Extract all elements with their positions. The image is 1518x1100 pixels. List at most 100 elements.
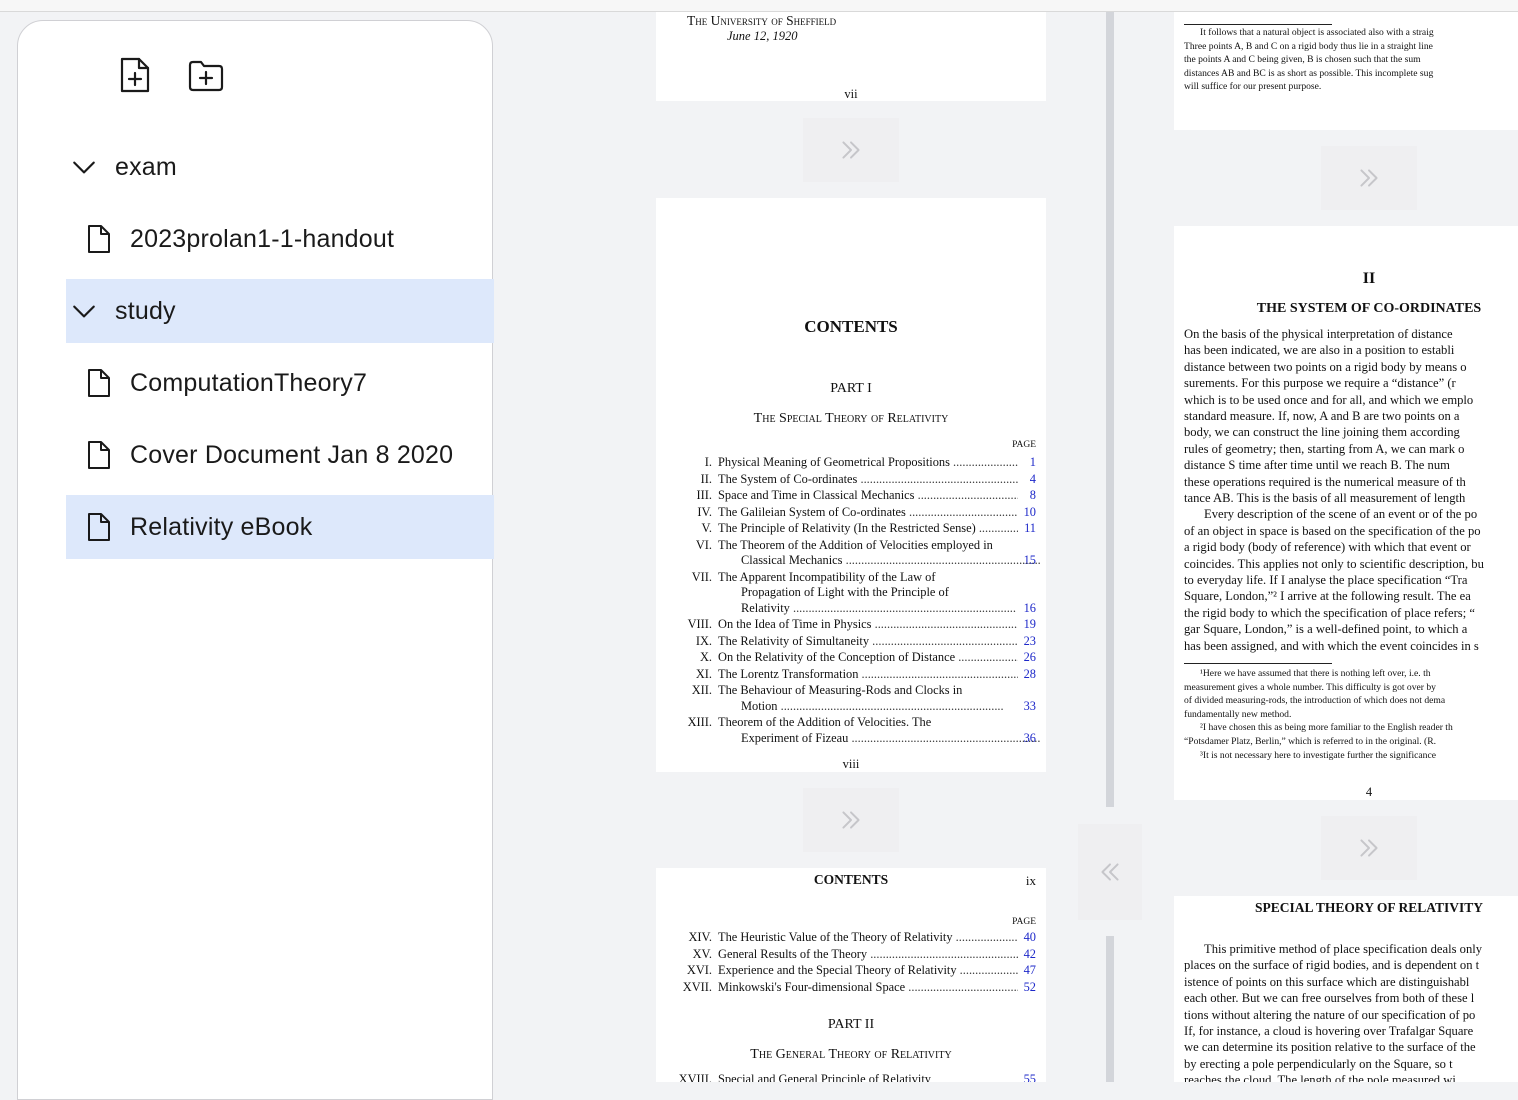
toc-entry-title-text: Relativity	[741, 600, 790, 615]
toc-leader-dots: ........................................…	[959, 963, 1018, 977]
toc-entry-title: The Galileian System of Co-ordinates ...…	[718, 505, 1018, 520]
toc-entry-title-text: The Behaviour of Measuring-Rods and Cloc…	[718, 683, 963, 697]
toc-leader-dots: ........................................…	[777, 698, 1004, 713]
tree-item-label: study	[115, 296, 176, 325]
chevrons-right-icon	[842, 141, 860, 159]
footnote-line: will suffice for our present purpose.	[1184, 81, 1322, 93]
tree-file-computationtheory7[interactable]: ComputationTheory7	[66, 351, 494, 415]
body-line: has been indicated, we are also in a pos…	[1184, 343, 1455, 358]
toc-entry-title-text: Minkowski's Four-dimensional Space	[718, 979, 906, 994]
tree-item-label: Relativity eBook	[130, 512, 313, 541]
toc-entry-title-text: Space and Time in Classical Mechanics	[718, 488, 915, 502]
tree-folder-study[interactable]: study	[66, 279, 494, 343]
file-plus-icon	[120, 57, 150, 93]
part-heading: PART II	[827, 1017, 875, 1032]
toc-entry-page-link[interactable]: 8	[1030, 488, 1036, 503]
chevrons-right-icon	[842, 811, 860, 829]
part-heading: PART I	[830, 381, 872, 396]
chevron-down-icon[interactable]	[67, 150, 101, 184]
toc-entry-page-link[interactable]: 52	[1024, 980, 1036, 995]
toc-entry-title-text: The Apparent Incompatibility of the Law …	[718, 569, 936, 584]
toc-entry-title: Physical Meaning of Geometrical Proposit…	[718, 455, 1018, 470]
toc-entry-number: XIV.	[688, 930, 712, 944]
body-line: distance S time after time until we reac…	[1184, 458, 1450, 473]
toc-entry-page-link[interactable]: 28	[1024, 667, 1036, 682]
toc-entry-page-link[interactable]: 19	[1024, 617, 1036, 632]
footnote-line: distances AB and BC is as short as possi…	[1184, 67, 1434, 79]
toc-entry-title: General Results of the Theory ..........…	[718, 947, 1018, 962]
toc-leader-dots: ........................................…	[978, 521, 1018, 535]
toc-entry-number: XV.	[692, 946, 712, 961]
toc-entry-page-link[interactable]: 26	[1024, 650, 1036, 665]
tree-file-cover-document[interactable]: Cover Document Jan 8 2020	[66, 423, 494, 487]
toc-entry-title: Experience and the Special Theory of Rel…	[718, 963, 1018, 978]
toc-entry-number: IX.	[695, 633, 712, 648]
footnote-line: It follows that a natural object is asso…	[1200, 27, 1434, 38]
next-page-button[interactable]	[803, 788, 899, 852]
chevrons-left-icon	[1101, 863, 1119, 881]
body-line: coincides. This applies not only to scie…	[1184, 556, 1484, 571]
toc-entry-number: V.	[701, 521, 712, 535]
toc-entry-title-text: General Results of the Theory	[718, 946, 868, 961]
toc-entry-page-link[interactable]: 4	[1030, 472, 1036, 487]
toc-entry-number: I.	[704, 455, 712, 469]
body-line: these operations required is the numeric…	[1184, 474, 1466, 489]
body-line: body, we can construct the line joining …	[1184, 425, 1460, 440]
toc-entry-title-text: On the Relativity of the Conception of D…	[718, 650, 956, 664]
toc-leader-dots: ........................................…	[872, 633, 1018, 648]
next-page-button[interactable]	[1321, 146, 1417, 210]
file-icon	[85, 366, 113, 400]
toc-entry-page-link[interactable]: 40	[1024, 930, 1036, 945]
toc-entry-number: XII.	[691, 683, 712, 697]
toc-entry-title-text: Motion	[741, 698, 778, 713]
footnote-line: measurement gives a whole number. This d…	[1184, 681, 1436, 693]
body-line: surements. For this purpose we require a…	[1184, 376, 1456, 391]
toc-entry-title-text: Experience and the Special Theory of Rel…	[718, 963, 957, 977]
toc-entry-title: The Theorem of the Addition of Velocitie…	[718, 538, 1018, 553]
toc-entry-page-link[interactable]: 1	[1030, 455, 1036, 470]
page-column-label: PAGE	[1012, 440, 1036, 450]
toc-entry-number: VIII.	[687, 617, 712, 631]
body-line: gar Square, London,” is a well-defined p…	[1184, 622, 1468, 637]
body-line: which is to be used once and for all, an…	[1184, 392, 1474, 407]
tree-file-2023prolan1-1-handout[interactable]: 2023prolan1-1-handout	[66, 207, 494, 271]
toc-leader-dots: ........................................…	[908, 504, 1018, 519]
new-folder-button[interactable]	[186, 55, 226, 95]
toc-entry-page-link[interactable]: 42	[1024, 947, 1036, 962]
toc-entry-page-link[interactable]: 10	[1024, 505, 1036, 520]
toc-entry-page-link[interactable]: 23	[1024, 634, 1036, 649]
toc-entry-page-link[interactable]: 47	[1024, 963, 1036, 978]
chapter-title: THE SYSTEM OF CO-ORDINATES	[1256, 301, 1482, 316]
toc-entry-title-text: The Relativity of Simultaneity	[718, 633, 870, 648]
page-number: 4	[1365, 785, 1373, 799]
page-viii-contents: CONTENTS PART I The Special Theory of Re…	[656, 198, 1046, 772]
toc-entry-number: XI.	[695, 666, 712, 681]
body-line: This primitive method of place specifica…	[1204, 942, 1483, 956]
toc-entry-title: Experiment of Fizeau ...................…	[741, 731, 1041, 746]
toc-entry-title-text: The Galileian System of Co-ordinates	[718, 504, 906, 519]
chevron-down-icon[interactable]	[67, 294, 101, 328]
chevrons-right-icon	[1360, 839, 1378, 857]
toc-leader-dots: ........................................…	[845, 553, 1041, 567]
body-line: tions without altering the nature of our…	[1184, 1007, 1476, 1022]
toc-leader-dots: ........................................…	[958, 650, 1018, 664]
toc-entry-number: XIII.	[687, 715, 712, 729]
top-bar	[0, 0, 1518, 12]
next-page-button[interactable]	[803, 118, 899, 182]
footnote-rule	[1184, 24, 1332, 25]
new-file-button[interactable]	[115, 55, 155, 95]
toc-leader-dots: ........................................…	[874, 617, 1018, 631]
next-page-button[interactable]	[1321, 816, 1417, 880]
toc-entry-page-link[interactable]: 11	[1024, 521, 1036, 536]
column-divider	[1106, 12, 1114, 807]
previous-page-button[interactable]	[1078, 824, 1142, 920]
tree-item-label: Cover Document Jan 8 2020	[130, 440, 454, 469]
part-title: The General Theory of Relativity	[750, 1047, 952, 1062]
toc-entry-title: The Apparent Incompatibility of the Law …	[718, 570, 1018, 585]
body-line: places on the surface of rigid bodies, a…	[1184, 958, 1480, 973]
page-vii: The University of Sheffield June 12, 192…	[656, 12, 1046, 101]
body-line: tance AB. This is the basis of all measu…	[1184, 491, 1466, 505]
tree-file-relativity-ebook[interactable]: Relativity eBook	[66, 495, 494, 559]
tree-folder-exam[interactable]: exam	[66, 135, 494, 199]
toc-entry-title: Minkowski's Four-dimensional Space .....…	[718, 980, 1018, 995]
